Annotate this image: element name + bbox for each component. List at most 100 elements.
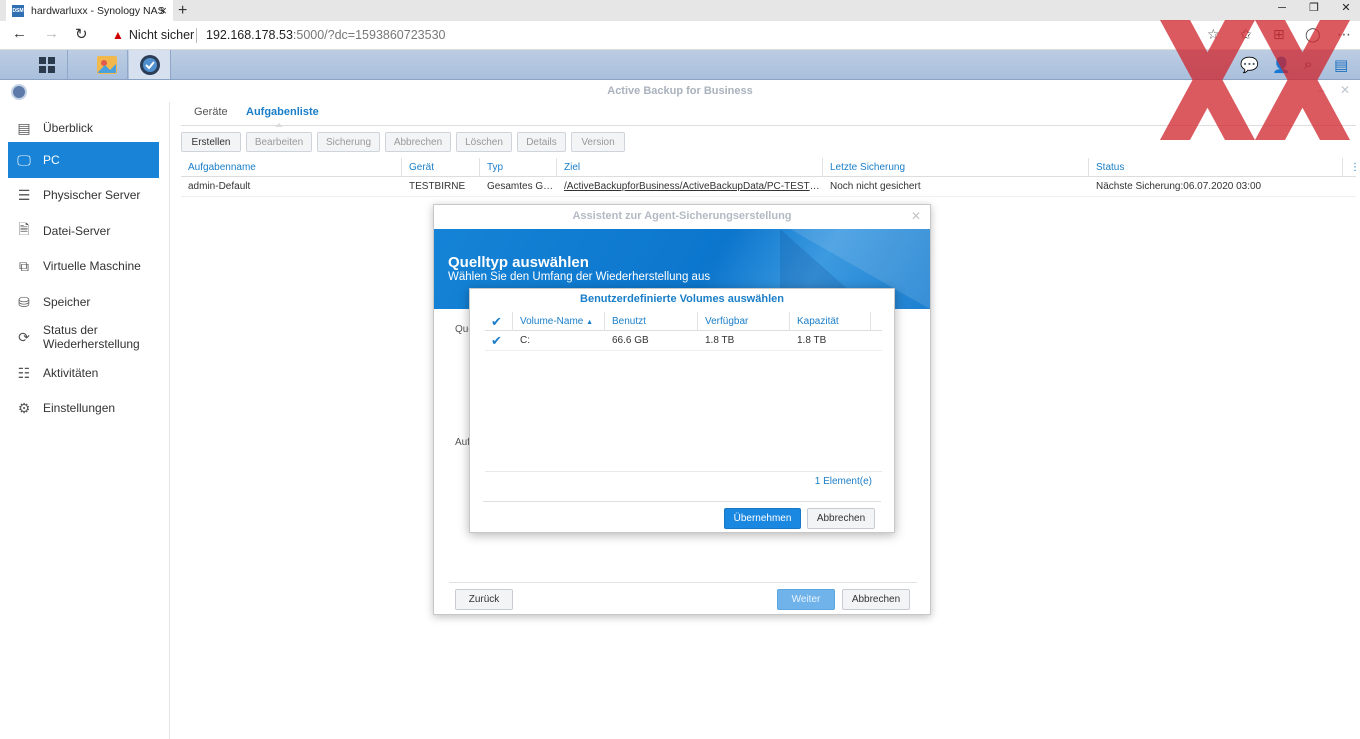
volume-table-header: ✔ Volume-Name ▲ Benutzt Verfügbar Kapazi…	[485, 312, 882, 331]
browser-address-bar: ← → ↻ ▲ Nicht sicher 192.168.178.53:5000…	[0, 21, 1360, 50]
restore-window-button[interactable]: ❐	[1298, 0, 1330, 21]
sidebar-item-physical-server[interactable]: ☰ Physischer Server	[8, 177, 159, 213]
sidebar-item-label: Virtuelle Maschine	[43, 259, 141, 273]
main-menu-button[interactable]	[26, 50, 68, 79]
cancel-task-button[interactable]: Abbrechen	[385, 132, 451, 152]
wizard-next-button[interactable]: Weiter	[777, 589, 835, 610]
forward-arrow-icon[interactable]: →	[44, 25, 59, 42]
volume-dialog-title: Benutzerdefinierte Volumes auswählen	[580, 293, 784, 305]
sidebar-item-settings[interactable]: ⚙ Einstellungen	[8, 390, 159, 426]
table-header: Aufgabenname Gerät Typ Ziel Letzte Siche…	[181, 158, 1356, 177]
cell-device: TESTBIRNE	[409, 181, 466, 192]
widgets-icon[interactable]: ▤	[1334, 56, 1348, 74]
url-field[interactable]: 192.168.178.53:5000/?dc=1593860723530	[206, 28, 445, 42]
column-header-available[interactable]: Verfügbar	[698, 312, 790, 331]
url-host: 192.168.178.53	[206, 28, 293, 42]
taskbar-app-photo[interactable]	[86, 50, 128, 79]
sidebar-item-storage[interactable]: ⛁ Speicher	[8, 284, 159, 320]
app-title: Active Backup for Business	[607, 85, 753, 97]
cell-target-link[interactable]: /ActiveBackupforBusiness/ActiveBackupDat…	[557, 177, 823, 197]
volume-dialog-divider	[483, 501, 881, 502]
overview-icon: ▤	[17, 119, 31, 136]
activities-icon: ☷	[17, 364, 31, 381]
close-tab-icon[interactable]: ×	[159, 3, 167, 18]
column-header-used[interactable]: Benutzt	[605, 312, 698, 331]
cell-type: Gesamtes Ge...	[487, 181, 557, 192]
cell-capacity: 1.8 TB	[797, 335, 827, 346]
settings-icon: ⚙	[17, 399, 31, 416]
cell-available: 1.8 TB	[705, 335, 735, 346]
column-header-device[interactable]: Gerät	[402, 158, 480, 177]
column-header-status[interactable]: Status	[1089, 158, 1343, 177]
sidebar-item-activities[interactable]: ☷ Aktivitäten	[8, 355, 159, 391]
security-indicator[interactable]: ▲ Nicht sicher	[112, 28, 194, 42]
more-menu-icon[interactable]: ⋯	[1337, 26, 1351, 43]
details-button[interactable]: Details	[517, 132, 566, 152]
sidebar-item-pc[interactable]: 🖵 PC	[8, 142, 159, 178]
grid-menu-icon	[38, 56, 55, 73]
volume-row-checkbox[interactable]: ✔	[485, 331, 513, 351]
wizard-close-icon[interactable]: ✕	[911, 209, 921, 223]
virtual-machine-icon: ⧉	[19, 257, 29, 274]
table-row[interactable]: admin-Default TESTBIRNE Gesamtes Ge... /…	[181, 177, 1356, 197]
create-button[interactable]: Erstellen	[181, 132, 241, 152]
column-header-volume-name[interactable]: Volume-Name ▲	[513, 312, 605, 331]
notifications-icon[interactable]: 💬	[1240, 56, 1259, 74]
wizard-back-button[interactable]: Zurück	[455, 589, 513, 610]
taskbar-app-active-backup[interactable]	[129, 50, 171, 79]
apply-button[interactable]: Übernehmen	[724, 508, 801, 529]
edit-button[interactable]: Bearbeiten	[246, 132, 312, 152]
reload-icon[interactable]: ↻	[75, 25, 88, 43]
volume-row[interactable]: ✔ C: 66.6 GB 1.8 TB 1.8 TB	[485, 331, 882, 351]
version-button[interactable]: Version	[571, 132, 625, 152]
sidebar-item-restore-status[interactable]: ⟳ Status der Wiederherstellung	[8, 319, 159, 355]
search-icon[interactable]: ⌕	[1304, 56, 1312, 73]
volume-name-header-label: Volume-Name	[520, 316, 584, 327]
dsm-taskbar: 💬 👤 ⌕ ▤	[0, 50, 1360, 80]
collections-icon[interactable]: ⊞	[1273, 26, 1285, 43]
back-arrow-icon[interactable]: ←	[12, 25, 27, 42]
wizard-task-label: Auf	[455, 437, 471, 448]
tab-task-list[interactable]: Aufgabenliste	[246, 106, 319, 118]
profile-icon[interactable]: ◯	[1305, 26, 1321, 43]
column-menu-icon[interactable]: ⋮	[1343, 158, 1356, 177]
volume-cancel-button[interactable]: Abbrechen	[807, 508, 875, 529]
browser-tab-title: hardwarluxx - Synology NAS	[31, 4, 165, 17]
sidebar-item-label: Überblick	[43, 121, 94, 135]
sidebar-item-label: Physischer Server	[43, 188, 141, 202]
column-header-target[interactable]: Ziel	[557, 158, 823, 177]
sidebar-item-label: Speicher	[43, 295, 91, 309]
column-header-task-name[interactable]: Aufgabenname	[181, 158, 402, 177]
tab-devices[interactable]: Geräte	[194, 106, 228, 118]
column-header-type[interactable]: Typ	[480, 158, 557, 177]
backup-button[interactable]: Sicherung	[317, 132, 380, 152]
wizard-subheading: Wählen Sie den Umfang der Wiederherstell…	[448, 271, 711, 283]
column-header-last-backup[interactable]: Letzte Sicherung	[823, 158, 1089, 177]
warning-icon: ▲	[112, 28, 124, 42]
column-header-capacity[interactable]: Kapazität	[790, 312, 871, 331]
address-separator	[196, 28, 197, 43]
sidebar-item-overview[interactable]: ▤ Überblick	[8, 110, 159, 146]
minimize-window-button[interactable]: ─	[1266, 0, 1298, 21]
favorite-star-icon[interactable]: ☆	[1207, 26, 1220, 43]
app-close-icon[interactable]: ✕	[1340, 83, 1350, 97]
browser-tab[interactable]: DSM hardwarluxx - Synology NAS ×	[6, 0, 173, 21]
close-window-button[interactable]: ✕	[1330, 0, 1360, 21]
sidebar-item-file-server[interactable]: 🗎 Datei-Server	[8, 213, 159, 249]
sidebar-item-label: Datei-Server	[43, 224, 111, 238]
storage-icon: ⛁	[18, 293, 30, 310]
custom-volumes-dialog: Benutzerdefinierte Volumes auswählen ✔ V…	[469, 288, 895, 533]
app-minimize-icon[interactable]: –	[1318, 83, 1325, 97]
favorites-bar-icon[interactable]: ✩	[1240, 26, 1252, 43]
select-all-checkbox[interactable]: ✔	[485, 312, 513, 331]
cell-used: 66.6 GB	[612, 335, 649, 346]
content-tabs: Geräte Aufgabenliste	[181, 102, 1356, 127]
wizard-cancel-button[interactable]: Abbrechen	[842, 589, 910, 610]
volume-count-bar: 1 Element(e)	[485, 471, 882, 501]
cell-status: Nächste Sicherung:06.07.2020 03:00	[1096, 181, 1262, 192]
sidebar-item-virtual-machine[interactable]: ⧉ Virtuelle Maschine	[8, 248, 159, 284]
check-icon: ✔	[491, 333, 502, 348]
user-icon[interactable]: 👤	[1272, 56, 1291, 74]
new-tab-button[interactable]: +	[178, 0, 187, 21]
delete-button[interactable]: Löschen	[456, 132, 512, 152]
